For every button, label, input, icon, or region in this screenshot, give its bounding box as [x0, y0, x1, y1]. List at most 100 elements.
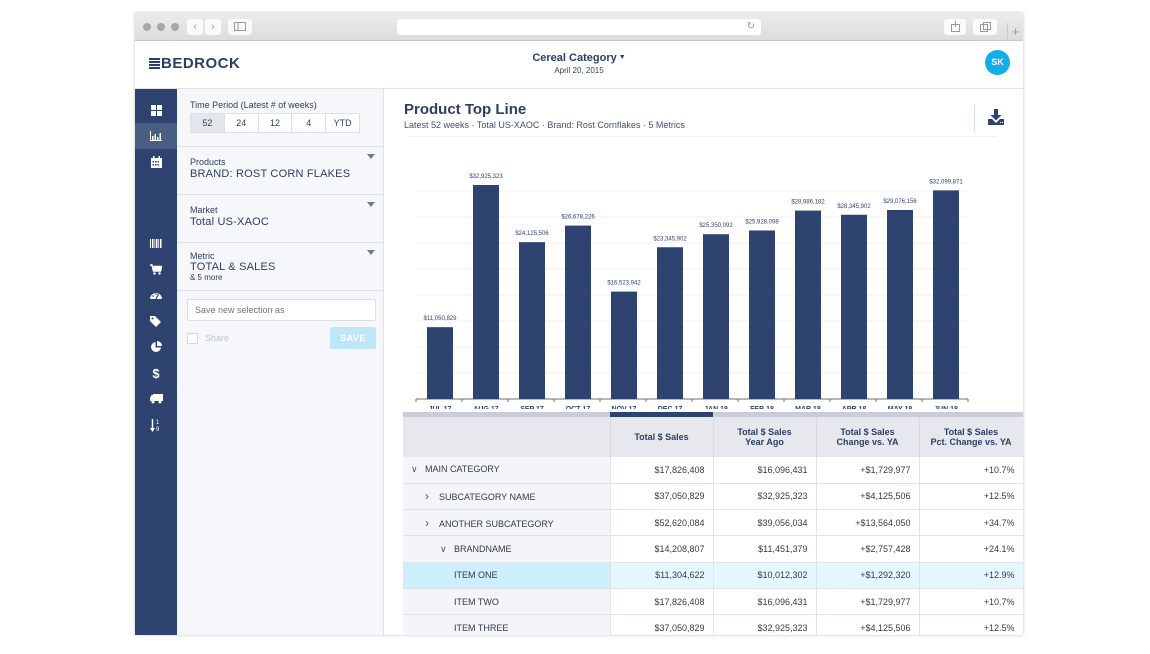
- rail-item-calendar[interactable]: [135, 149, 177, 175]
- reload-icon[interactable]: ↻: [747, 19, 755, 35]
- value-cell: $16,096,431: [713, 588, 817, 616]
- market-filter[interactable]: Market Total US-XAOC: [177, 195, 383, 243]
- table-scrollbar[interactable]: [403, 412, 1023, 417]
- minimize-window-dot[interactable]: [157, 23, 165, 31]
- products-label: Products: [190, 157, 226, 167]
- bar[interactable]: [749, 230, 775, 399]
- data-label: $32,925,323: [469, 174, 503, 180]
- report-date: April 20, 2015: [554, 66, 604, 75]
- table-header-row: Total $ Sales Total $ Sales Year Ago Total…: [403, 417, 1023, 457]
- x-tick-label: JUL 17: [429, 406, 452, 409]
- table-row[interactable]: ∨ MAIN CATEGORY $17,826,408 $16,096,431 +$1,…: [403, 457, 1023, 484]
- data-label: $25,928,098: [745, 219, 779, 225]
- value-cell: $37,050,829: [610, 483, 714, 511]
- time-period-option[interactable]: 4: [292, 114, 327, 132]
- address-bar[interactable]: ↻: [397, 19, 761, 35]
- rail-item-gauge[interactable]: [135, 282, 177, 308]
- share-checkbox[interactable]: [187, 333, 198, 344]
- table-row[interactable]: › SUBCATEGORY NAME $37,050,829 $32,925,323 +…: [403, 483, 1023, 511]
- dollar-icon: $: [152, 365, 160, 381]
- bar[interactable]: [887, 210, 913, 399]
- x-tick-label: JAN 18: [704, 406, 728, 409]
- zoom-window-dot[interactable]: [171, 23, 179, 31]
- rail-item-dollar[interactable]: $: [135, 360, 177, 386]
- caret-down-icon[interactable]: [367, 202, 375, 207]
- bar[interactable]: [657, 247, 683, 399]
- rail-item-dashboard[interactable]: [135, 97, 177, 123]
- row-name-cell: › SUBCATEGORY NAME: [403, 483, 611, 511]
- bar[interactable]: [519, 242, 545, 399]
- value-cell: $11,451,379: [713, 535, 817, 563]
- time-period-option[interactable]: YTD: [326, 114, 359, 132]
- user-avatar[interactable]: SK: [985, 50, 1010, 75]
- table-row[interactable]: ∨ BRANDNAME $14,208,807 $11,451,379 +$2,757,…: [403, 535, 1023, 563]
- x-tick-label: AUG 17: [473, 406, 498, 409]
- products-filter[interactable]: Products BRAND: ROST CORN FLAKES: [177, 147, 383, 195]
- chevron-down-icon[interactable]: ∨: [411, 464, 421, 475]
- time-period-option[interactable]: 52: [191, 114, 225, 132]
- column-header[interactable]: Total $ Sales Pct. Change vs. YA: [919, 417, 1023, 457]
- table-row[interactable]: ITEM THREE $37,050,829 $32,925,323 +$4,125,…: [403, 614, 1023, 635]
- rail-item-sort-numeric[interactable]: 19: [135, 412, 177, 438]
- save-selection-input[interactable]: [187, 299, 376, 321]
- value-cell: +$4,125,506: [816, 483, 920, 511]
- save-button[interactable]: SAVE: [330, 327, 376, 349]
- column-header[interactable]: Total $ Sales Change vs. YA: [816, 417, 920, 457]
- chevron-right-icon[interactable]: ›: [425, 489, 435, 503]
- column-header[interactable]: Total $ Sales: [610, 417, 714, 457]
- bar[interactable]: [565, 225, 591, 399]
- category-title[interactable]: Cereal Category: [532, 52, 616, 64]
- svg-text:1: 1: [156, 420, 160, 426]
- bar[interactable]: [795, 210, 821, 399]
- category-selector[interactable]: Cereal Category ▼ April 20, 2015: [135, 52, 1023, 75]
- rail-item-truck[interactable]: [135, 386, 177, 412]
- x-tick-label: MAY 18: [888, 406, 913, 409]
- rail-item-tags[interactable]: [135, 308, 177, 334]
- metric-label: Metric: [190, 251, 215, 261]
- pie-chart-icon: [151, 341, 162, 352]
- bar[interactable]: [933, 190, 959, 399]
- value-cell: +$1,729,977: [816, 457, 920, 484]
- caret-down-icon[interactable]: ▼: [619, 54, 626, 61]
- tags-icon: [150, 315, 161, 327]
- forward-icon[interactable]: ›: [205, 19, 221, 35]
- table-row[interactable]: › ANOTHER SUBCATEGORY $52,620,084 $39,056,0…: [403, 509, 1023, 537]
- value-cell: $32,925,323: [713, 614, 817, 635]
- bar[interactable]: [427, 327, 453, 399]
- data-label: $11,050,829: [424, 316, 458, 322]
- row-name-cell: ∨ MAIN CATEGORY: [403, 457, 611, 484]
- data-label: $23,345,902: [653, 236, 687, 242]
- share-icon[interactable]: [944, 19, 966, 35]
- data-label: $32,099,871: [929, 179, 963, 185]
- rail-item-cart[interactable]: [135, 256, 177, 282]
- time-period-option[interactable]: 24: [225, 114, 259, 132]
- caret-down-icon[interactable]: [367, 154, 375, 159]
- x-tick-label: JUN 18: [934, 406, 958, 409]
- bar[interactable]: [473, 184, 499, 399]
- caret-down-icon[interactable]: [367, 250, 375, 255]
- rail-item-bar-chart[interactable]: [135, 123, 177, 149]
- bar[interactable]: [611, 291, 637, 399]
- market-label: Market: [190, 205, 218, 215]
- close-window-dot[interactable]: [143, 23, 151, 31]
- metric-filter[interactable]: Metric TOTAL & SALES & 5 more: [177, 243, 383, 291]
- row-name-cell: ITEM ONE: [403, 562, 611, 589]
- value-cell: $52,620,084: [610, 509, 714, 537]
- bar-chart-icon: [150, 131, 162, 141]
- rail-item-pie-chart[interactable]: [135, 334, 177, 360]
- chevron-right-icon[interactable]: ›: [425, 516, 435, 530]
- chevron-down-icon[interactable]: ∨: [440, 544, 450, 555]
- bar[interactable]: [841, 214, 867, 399]
- sidebar-toggle-icon[interactable]: [228, 19, 252, 35]
- table-row[interactable]: ITEM TWO $17,826,408 $16,096,431 +$1,729,97…: [403, 588, 1023, 616]
- table-row[interactable]: ITEM ONE $11,304,622 $10,012,302 +$1,292,32…: [403, 562, 1023, 589]
- tabs-overview-icon[interactable]: [973, 19, 997, 35]
- bar-chart: $11,050,829 JUL 17 $32,925,323 AUG 17 $24,12…: [415, 174, 969, 409]
- bar[interactable]: [703, 234, 729, 399]
- rail-item-barcode[interactable]: [135, 230, 177, 256]
- new-tab-icon[interactable]: +: [1007, 23, 1023, 41]
- column-header[interactable]: Total $ Sales Year Ago: [713, 417, 817, 457]
- back-icon[interactable]: ‹: [187, 19, 203, 35]
- icon-rail: $ 19: [135, 89, 177, 635]
- time-period-option[interactable]: 12: [259, 114, 293, 132]
